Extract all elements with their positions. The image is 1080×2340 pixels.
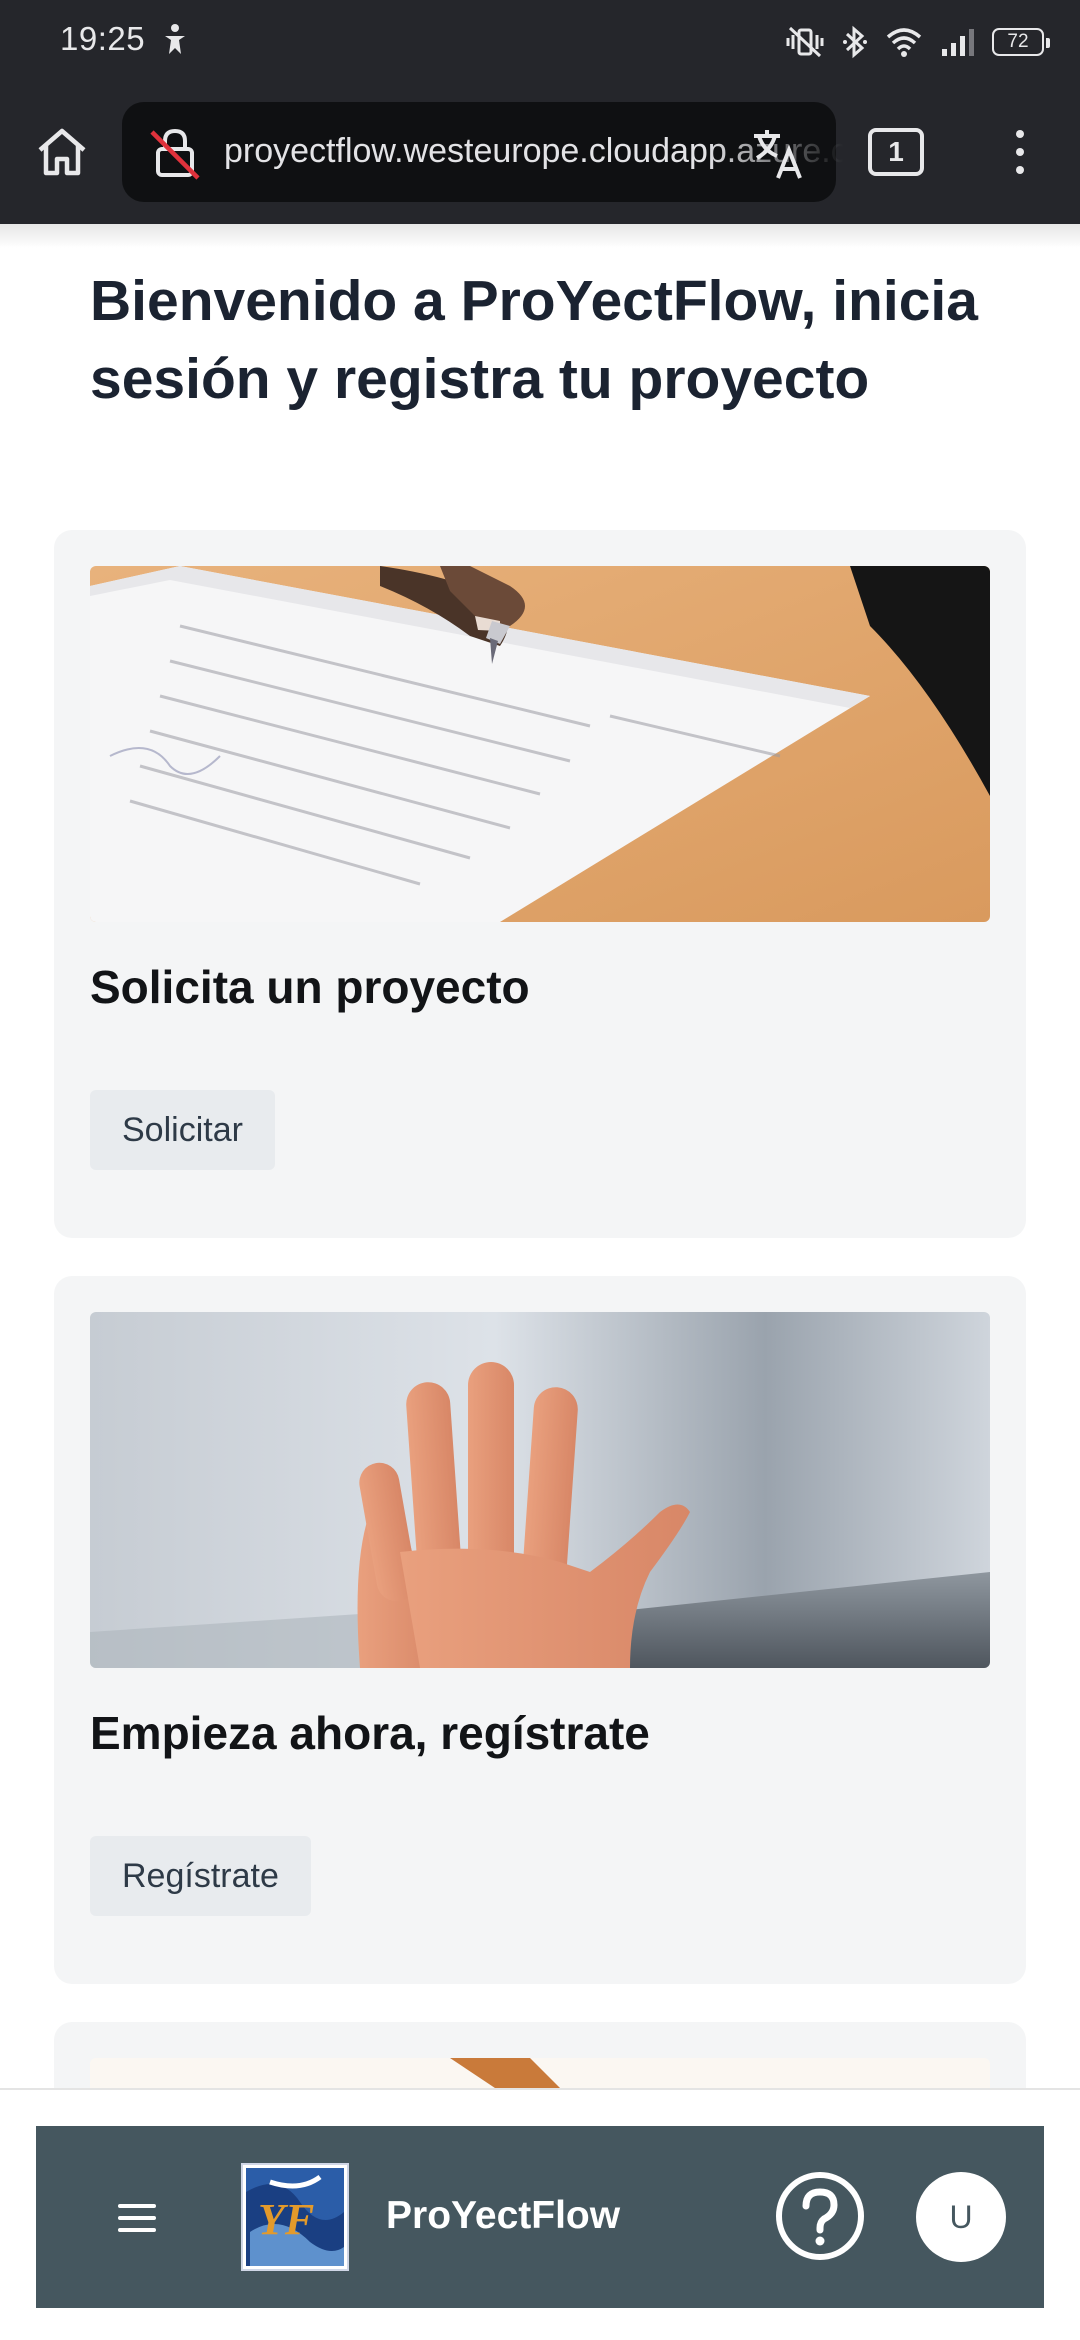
svg-text:YF: YF bbox=[258, 2195, 314, 2244]
register-button[interactable]: Regístrate bbox=[90, 1836, 311, 1916]
app-bar: YF ProYectFlow U bbox=[36, 2126, 1044, 2308]
help-icon[interactable] bbox=[774, 2170, 866, 2262]
card-register: Empieza ahora, regístrate Regístrate bbox=[54, 1276, 1026, 1984]
signing-document-image bbox=[90, 566, 990, 922]
toolbar-shadow bbox=[0, 224, 1080, 248]
status-icons: 72 bbox=[786, 22, 1050, 62]
raised-hand-image bbox=[90, 1312, 990, 1668]
card-title: Solicita un proyecto bbox=[90, 961, 530, 1013]
menu-icon[interactable] bbox=[118, 2204, 156, 2232]
status-time: 19:25 bbox=[60, 20, 146, 57]
home-icon bbox=[38, 128, 86, 176]
card-title: Empieza ahora, regístrate bbox=[90, 1707, 650, 1759]
bottom-area: YF ProYectFlow U bbox=[0, 2088, 1080, 2340]
vibrate-icon bbox=[786, 26, 824, 58]
translate-icon[interactable] bbox=[750, 126, 806, 182]
address-bar[interactable]: proyectflow.westeurope.cloudapp.azure.co… bbox=[122, 102, 844, 202]
logo-icon[interactable]: YF bbox=[240, 2162, 350, 2272]
not-secure-icon[interactable] bbox=[148, 126, 202, 180]
card-request-project: Solicita un proyecto Solicitar bbox=[54, 530, 1026, 1238]
app-name: ProYectFlow bbox=[386, 2194, 621, 2237]
bluetooth-icon bbox=[843, 25, 867, 59]
battery-icon: 72 bbox=[992, 28, 1050, 56]
browser-toolbar: proyectflow.westeurope.cloudapp.azure.co… bbox=[0, 80, 1080, 224]
home-button[interactable] bbox=[30, 120, 94, 184]
tabs-button[interactable]: 1 bbox=[868, 128, 924, 176]
signal-icon bbox=[942, 29, 974, 56]
request-button[interactable]: Solicitar bbox=[90, 1090, 275, 1170]
wifi-icon bbox=[886, 28, 922, 57]
avatar[interactable]: U bbox=[916, 2172, 1006, 2262]
more-menu-icon[interactable] bbox=[1000, 120, 1040, 184]
accessibility-icon bbox=[165, 24, 185, 54]
status-bar: 19:25 72 bbox=[0, 0, 1080, 80]
page-title: Bienvenido a ProYectFlow, inicia sesión … bbox=[90, 269, 978, 411]
